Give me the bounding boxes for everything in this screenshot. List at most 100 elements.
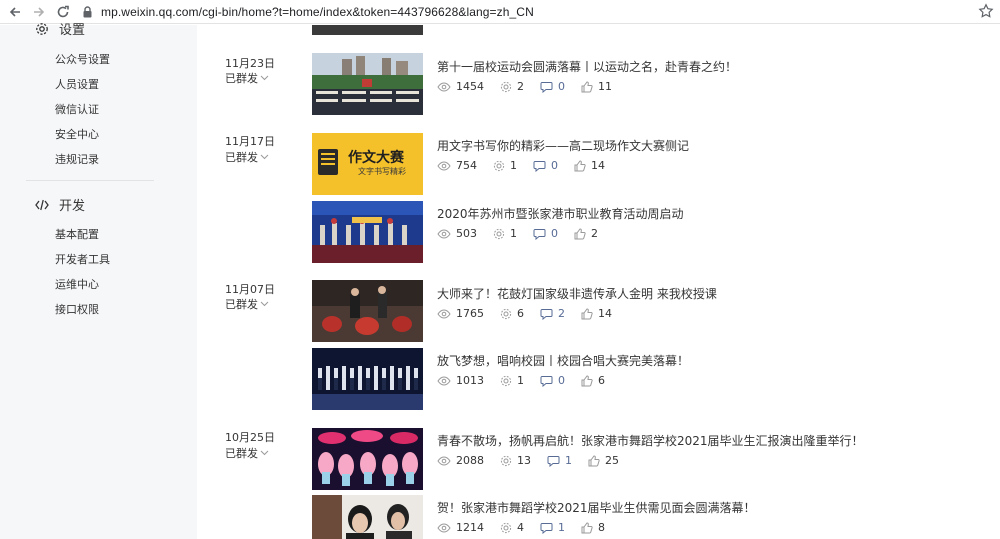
sidebar-section-settings[interactable]: 设置 xyxy=(34,19,85,38)
article-stats: 503 1 0 2 xyxy=(437,227,614,240)
comment-count[interactable]: 1 xyxy=(540,521,565,534)
read-count: 2088 xyxy=(437,454,484,467)
sidebar-item-account-settings[interactable]: 公众号设置 xyxy=(55,51,110,67)
article-title[interactable]: 贺！张家港市舞蹈学校2021届毕业生供需见面会圆满落幕！ xyxy=(437,499,756,516)
comment-count[interactable]: 0 xyxy=(540,374,565,387)
article-thumbnail[interactable] xyxy=(312,201,423,263)
url-box[interactable]: mp.weixin.qq.com/cgi-bin/home?t=home/ind… xyxy=(82,2,534,22)
read-count: 1765 xyxy=(437,307,484,320)
share-count-value: 1 xyxy=(510,159,517,172)
article-title[interactable]: 用文字书写你的精彩——高二现场作文大赛侧记 xyxy=(437,137,689,154)
thumbs-up-icon xyxy=(574,227,586,239)
thumbnail-subtitle-text: 文字书写精彩 xyxy=(358,167,406,176)
publish-status-label: 已群发 xyxy=(225,298,258,311)
article-thumbnail[interactable] xyxy=(312,428,423,490)
comment-bubble-icon xyxy=(547,455,560,467)
publish-status[interactable]: 已群发 xyxy=(225,296,269,312)
comment-count[interactable]: 2 xyxy=(540,307,565,320)
comment-count-value: 1 xyxy=(565,454,572,467)
publish-status[interactable]: 已群发 xyxy=(225,149,269,165)
like-count-value: 14 xyxy=(591,159,605,172)
thumbnail-title-text: 作文大赛 xyxy=(348,150,404,166)
sidebar-item-basic-config[interactable]: 基本配置 xyxy=(55,226,99,242)
like-count: 14 xyxy=(574,159,605,172)
sidebar-item-api-permissions[interactable]: 接口权限 xyxy=(55,301,99,317)
read-count-value: 754 xyxy=(456,159,477,172)
sidebar-item-security-center[interactable]: 安全中心 xyxy=(55,126,99,142)
publish-status[interactable]: 已群发 xyxy=(225,70,269,86)
comment-count[interactable]: 0 xyxy=(533,159,558,172)
sidebar-item-staff-settings[interactable]: 人员设置 xyxy=(55,76,99,92)
group-date: 11月23日 xyxy=(225,57,275,70)
comment-bubble-icon xyxy=(540,375,553,387)
comment-count[interactable]: 0 xyxy=(533,227,558,240)
share-count: 4 xyxy=(500,521,524,534)
chevron-down-icon xyxy=(260,450,269,456)
share-count: 6 xyxy=(500,307,524,320)
article-thumbnail[interactable] xyxy=(312,25,423,35)
article-thumbnail[interactable]: 作文大赛 文字书写精彩 xyxy=(312,133,423,195)
eye-icon xyxy=(437,81,451,92)
like-count: 14 xyxy=(581,307,612,320)
article-stats: 1454 2 0 11 xyxy=(437,80,628,93)
comment-count[interactable]: 0 xyxy=(540,80,565,93)
url-text[interactable]: mp.weixin.qq.com/cgi-bin/home?t=home/ind… xyxy=(101,5,534,19)
thumbs-up-icon xyxy=(581,374,593,386)
eye-icon xyxy=(437,375,451,386)
article-title[interactable]: 大师来了！花鼓灯国家级非遗传承人金明 来我校授课 xyxy=(437,285,717,302)
share-gear-icon xyxy=(500,455,512,466)
chevron-down-icon xyxy=(260,75,269,81)
comment-count-value: 0 xyxy=(558,80,565,93)
chevron-down-icon xyxy=(260,301,269,307)
article-title[interactable]: 放飞梦想，唱响校园丨校园合唱大赛完美落幕！ xyxy=(437,352,689,369)
sidebar-section-dev[interactable]: 开发 xyxy=(34,195,85,214)
sidebar-item-wechat-verify[interactable]: 微信认证 xyxy=(55,101,99,117)
share-count-value: 1 xyxy=(510,227,517,240)
like-count-value: 2 xyxy=(591,227,598,240)
group-date: 11月17日 xyxy=(225,135,275,148)
sidebar-section-label: 开发 xyxy=(59,199,86,214)
back-arrow-icon[interactable] xyxy=(6,3,24,21)
share-count-value: 2 xyxy=(517,80,524,93)
article-title[interactable]: 2020年苏州市暨张家港市职业教育活动周启动 xyxy=(437,205,684,222)
comment-count[interactable]: 1 xyxy=(547,454,572,467)
comment-count-value: 0 xyxy=(551,159,558,172)
read-count-value: 1454 xyxy=(456,80,484,93)
like-count-value: 25 xyxy=(605,454,619,467)
code-icon xyxy=(34,199,50,211)
like-count-value: 6 xyxy=(598,374,605,387)
share-gear-icon xyxy=(493,160,505,171)
eye-icon xyxy=(437,522,451,533)
comment-bubble-icon xyxy=(540,81,553,93)
sidebar-item-ops-center[interactable]: 运维中心 xyxy=(55,276,99,292)
article-stats: 2088 13 1 25 xyxy=(437,454,635,467)
article-thumbnail[interactable] xyxy=(312,53,423,115)
sidebar-section-label: 设置 xyxy=(59,23,86,38)
share-count: 2 xyxy=(500,80,524,93)
forward-arrow-icon[interactable] xyxy=(30,3,48,21)
article-thumbnail[interactable] xyxy=(312,280,423,342)
article-thumbnail[interactable] xyxy=(312,495,423,539)
read-count-value: 1214 xyxy=(456,521,484,534)
article-title[interactable]: 第十一届校运动会圆满落幕丨以运动之名，赴青春之约！ xyxy=(437,58,737,75)
sidebar-item-dev-tools[interactable]: 开发者工具 xyxy=(55,251,110,267)
like-count: 6 xyxy=(581,374,605,387)
thumbs-up-icon xyxy=(581,307,593,319)
share-count-value: 4 xyxy=(517,521,524,534)
article-stats: 754 1 0 14 xyxy=(437,159,621,172)
article-thumbnail[interactable] xyxy=(312,348,423,410)
sidebar-item-violation-records[interactable]: 违规记录 xyxy=(55,151,99,167)
read-count-value: 1765 xyxy=(456,307,484,320)
reload-icon[interactable] xyxy=(54,3,72,21)
article-title[interactable]: 青春不散场，扬帆再启航！张家港市舞蹈学校2021届毕业生汇报演出隆重举行！ xyxy=(437,432,864,449)
browser-address-bar: mp.weixin.qq.com/cgi-bin/home?t=home/ind… xyxy=(0,0,1000,24)
share-gear-icon xyxy=(493,228,505,239)
publish-status[interactable]: 已群发 xyxy=(225,445,269,461)
group-date: 10月25日 xyxy=(225,431,275,444)
read-count-value: 1013 xyxy=(456,374,484,387)
bookmark-star-icon[interactable] xyxy=(978,3,994,23)
share-count: 1 xyxy=(493,159,517,172)
thumbs-up-icon xyxy=(581,80,593,92)
read-count: 1214 xyxy=(437,521,484,534)
article-list: 11月23日 已群发 第十一届校运动会圆满落幕丨以运动之名，赴青春之约！ 145… xyxy=(197,25,1000,539)
